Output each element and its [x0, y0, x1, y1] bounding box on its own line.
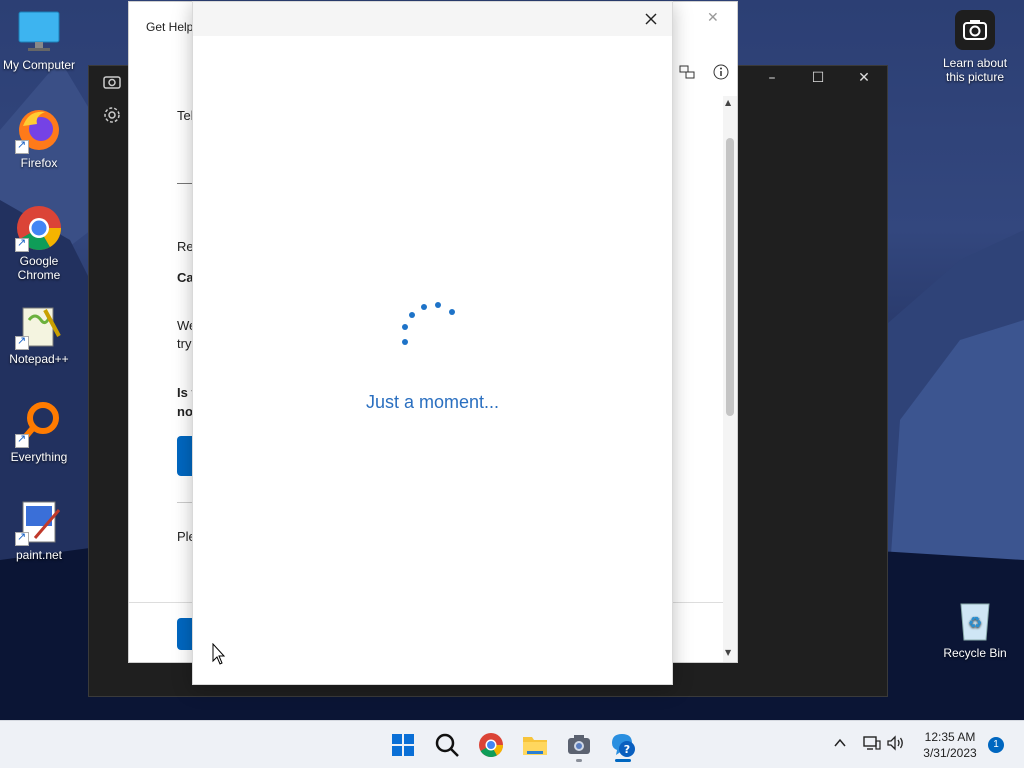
active-indicator [615, 759, 631, 762]
minimize-icon[interactable]: – [757, 70, 787, 86]
everything-icon [15, 400, 63, 448]
window-title: Get Help [146, 20, 194, 34]
clock-date: 3/31/2023 [923, 746, 977, 760]
loading-dialog[interactable]: Just a moment... [192, 1, 673, 685]
desktop-icon-label: Recycle Bin [943, 646, 1007, 660]
notification-badge[interactable]: 1 [988, 737, 1004, 753]
desktop-icon-label: Everything [10, 450, 68, 464]
dialog-title-bar [193, 2, 672, 36]
monitor-icon [15, 8, 63, 56]
network-icon[interactable] [862, 735, 882, 768]
file-explorer-icon[interactable] [519, 729, 551, 761]
close-icon[interactable] [640, 8, 662, 30]
start-icon[interactable] [387, 729, 419, 761]
maximize-icon[interactable]: ☐ [803, 70, 833, 86]
firefox-icon [15, 106, 63, 154]
search-icon[interactable] [431, 729, 463, 761]
scroll-up-icon[interactable]: ▲ [725, 98, 731, 107]
desktop-icon-label: Notepad++ [9, 352, 69, 366]
desktop-icon-recycle-bin[interactable]: ♻ Recycle Bin [936, 596, 1014, 660]
scroll-down-icon[interactable]: ▼ [725, 648, 731, 657]
desktop-icon-chrome[interactable]: Google Chrome [0, 204, 78, 282]
recycle-bin-icon: ♻ [951, 596, 999, 644]
get-help-icon[interactable]: ? [607, 729, 639, 762]
volume-icon[interactable] [886, 735, 906, 768]
chrome-icon [15, 204, 63, 252]
desktop-icon-label: My Computer [2, 58, 76, 72]
close-icon[interactable]: ✕ [849, 70, 879, 86]
clock[interactable]: 12:35 AM 3/31/2023 [914, 729, 986, 768]
desktop-icon-label: Firefox [20, 156, 58, 170]
notification-count: 1 [993, 739, 999, 750]
show-hidden-icons-chevron-up-icon[interactable] [832, 735, 848, 768]
close-icon[interactable]: ✕ [707, 10, 719, 26]
contact-support-icon[interactable] [679, 64, 695, 84]
taskbar: ? 12:35 AM 3/31/2023 1 [0, 720, 1024, 768]
notepadpp-icon [15, 302, 63, 350]
loading-spinner-icon [402, 302, 455, 345]
learn-about-label: Learn about this picture [942, 56, 1008, 84]
shortcut-arrow-icon [15, 236, 29, 252]
paintnet-icon [15, 498, 63, 546]
loading-text: Just a moment... [365, 392, 500, 412]
camera-icon [955, 10, 995, 50]
settings-gear-icon[interactable] [97, 106, 127, 128]
desktop-icon-label: paint.net [15, 548, 63, 562]
clock-time: 12:35 AM [924, 730, 976, 744]
desktop-icon-paintnet[interactable]: paint.net [0, 498, 78, 562]
running-indicator [576, 759, 582, 762]
shortcut-arrow-icon [15, 432, 29, 448]
svg-text:♻: ♻ [968, 613, 982, 632]
camera-icon[interactable] [563, 729, 595, 762]
learn-about-picture-button[interactable]: Learn about this picture [936, 10, 1014, 84]
text-fragment: no [177, 404, 193, 419]
desktop-icon-label: Google Chrome [17, 254, 61, 282]
desktop-icon-notepadpp[interactable]: Notepad++ [0, 302, 78, 366]
desktop-icon-my-computer[interactable]: My Computer [0, 8, 78, 72]
shortcut-arrow-icon [15, 138, 29, 154]
svg-text:?: ? [624, 743, 630, 756]
text-fragment: try [177, 336, 192, 351]
scrollbar[interactable]: ▲ ▼ [723, 96, 737, 662]
camera-switch-icon[interactable] [97, 74, 127, 94]
shortcut-arrow-icon [15, 530, 29, 546]
chrome-icon[interactable] [475, 729, 507, 761]
scrollbar-thumb[interactable] [726, 138, 734, 416]
desktop-icon-everything[interactable]: Everything [0, 400, 78, 464]
mouse-cursor-icon [212, 643, 226, 665]
shortcut-arrow-icon [15, 334, 29, 350]
desktop-icon-firefox[interactable]: Firefox [0, 106, 78, 170]
info-icon[interactable] [713, 64, 729, 84]
